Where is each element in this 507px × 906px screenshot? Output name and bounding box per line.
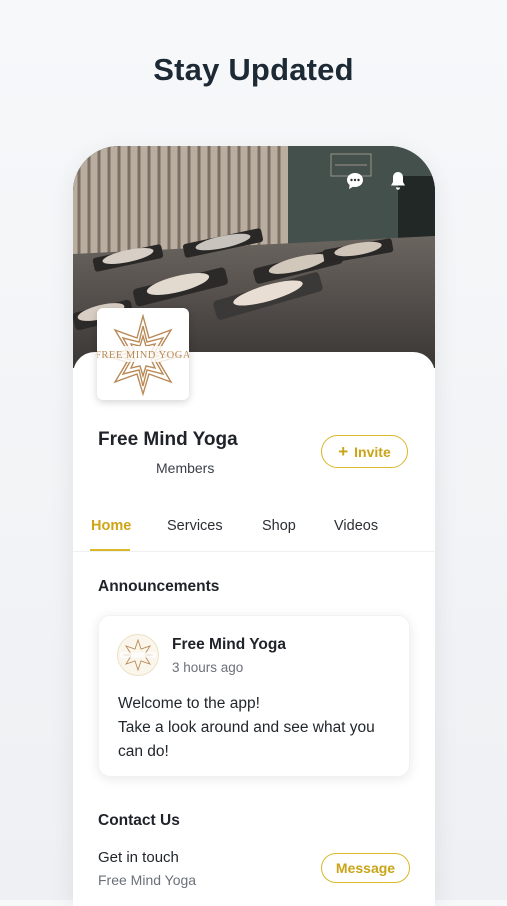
page-headline: Stay Updated [153,52,354,87]
tab-services[interactable]: Services [167,518,223,534]
post-line: Welcome to the app! [118,695,260,712]
contact-prompt: Get in touch [98,849,179,866]
mandala-logo: FREE MIND YOGA [97,313,189,397]
site-logo: FREE MIND YOGA [97,308,189,400]
message-button[interactable]: Message [321,853,410,883]
announcements-title: Announcements [98,578,220,595]
active-tab-indicator [90,549,130,551]
contact-title: Contact Us [98,812,180,829]
tab-shop[interactable]: Shop [262,518,296,534]
post-body: Welcome to the app! Take a look around a… [118,692,403,764]
chat-icon[interactable] [344,170,366,192]
plus-icon: + [338,442,349,461]
tab-bar: Home Services Shop Videos [73,506,435,552]
post-author: Free Mind Yoga [172,636,286,653]
post-timestamp: 3 hours ago [172,660,244,675]
site-name: Free Mind Yoga [98,429,238,450]
tab-home[interactable]: Home [91,518,131,534]
author-avatar [117,634,159,676]
post-line: Take a look around and see what you can … [118,719,375,760]
members-link[interactable]: Members [156,460,214,476]
bell-icon[interactable] [387,170,409,192]
svg-text:FREE MIND YOGA: FREE MIND YOGA [97,350,189,361]
contact-site-name: Free Mind Yoga [98,872,197,888]
invite-button[interactable]: + Invite [321,435,408,468]
phone-frame: FREE MIND YOGA Free Mind Yoga Members + … [73,146,435,906]
invite-label: Invite [354,443,391,460]
announcement-card[interactable]: Free Mind Yoga 3 hours ago Welcome to th… [98,615,410,777]
tab-videos[interactable]: Videos [334,518,378,534]
